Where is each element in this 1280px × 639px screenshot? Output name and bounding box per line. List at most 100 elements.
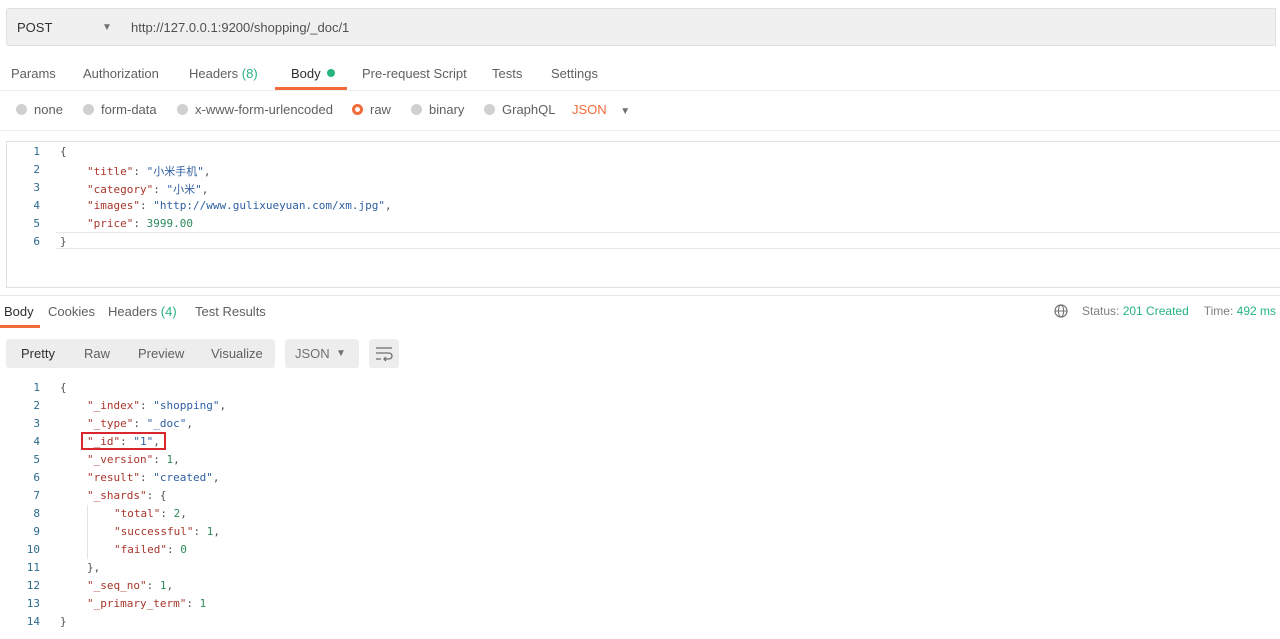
- line-number: 6: [33, 235, 40, 248]
- code-line: "_index": "shopping",: [87, 399, 227, 412]
- tab-tests[interactable]: Tests: [492, 66, 522, 81]
- body-format-label: JSON: [572, 102, 607, 117]
- line-number: 2: [33, 399, 40, 412]
- radio-icon: [411, 104, 422, 115]
- line-number: 12: [26, 579, 40, 592]
- tab-params[interactable]: Params: [11, 66, 56, 81]
- code-line: "_primary_term": 1: [87, 597, 207, 610]
- code-line: }: [60, 615, 67, 628]
- response-tab-body[interactable]: Body: [4, 304, 34, 319]
- wrap-lines-button[interactable]: [369, 339, 399, 368]
- body-type-raw-label: raw: [370, 102, 391, 117]
- response-language-label: JSON: [295, 346, 330, 361]
- line-number: 14: [26, 615, 40, 628]
- body-type-form-data-label: form-data: [101, 102, 157, 117]
- body-type-none[interactable]: none: [16, 102, 63, 117]
- code-line: "_type": "_doc",: [87, 417, 193, 430]
- format-visualize-button[interactable]: Visualize: [211, 346, 263, 361]
- body-type-form-data[interactable]: form-data: [83, 102, 157, 117]
- code-line: {: [60, 145, 67, 158]
- line-number: 9: [33, 525, 40, 538]
- line-number: 4: [33, 199, 40, 212]
- code-line: "price": 3999.00: [87, 217, 193, 230]
- code-line: "failed": 0: [114, 543, 187, 556]
- body-type-graphql-label: GraphQL: [502, 102, 556, 117]
- status-value: 201 Created: [1122, 304, 1189, 318]
- code-line: "category": "小米",: [87, 183, 209, 196]
- code-line: "title": "小米手机",: [87, 165, 211, 178]
- response-language-select[interactable]: JSON ▼: [285, 339, 359, 368]
- radio-icon: [177, 104, 188, 115]
- response-tab-cookies[interactable]: Cookies: [48, 304, 95, 319]
- method-select[interactable]: POST ▼: [6, 8, 122, 46]
- url-input[interactable]: http://127.0.0.1:9200/shopping/_doc/1: [121, 8, 1276, 46]
- divider: [0, 130, 1280, 131]
- tab-body-label: Body: [291, 66, 321, 81]
- body-type-binary-label: binary: [429, 102, 465, 117]
- line-number: 6: [33, 471, 40, 484]
- line-number: 5: [33, 217, 40, 230]
- time-value: 492 ms: [1236, 304, 1277, 318]
- line-number: 5: [33, 453, 40, 466]
- chevron-down-icon: ▼: [620, 106, 631, 117]
- format-preview-button[interactable]: Preview: [138, 346, 184, 361]
- chevron-down-icon: ▼: [336, 348, 346, 359]
- code-line: "successful": 1,: [114, 525, 220, 538]
- body-type-binary[interactable]: binary: [411, 102, 464, 117]
- code-line: },: [87, 561, 101, 574]
- code-line: "total": 2,: [114, 507, 187, 520]
- code-line: "_seq_no": 1,: [87, 579, 174, 592]
- tab-authorization[interactable]: Authorization: [83, 66, 159, 81]
- id-highlight-box: [81, 432, 166, 450]
- response-tab-headers-count: (4): [160, 304, 177, 319]
- line-number: 1: [33, 381, 40, 394]
- code-line: {: [60, 381, 67, 394]
- indent-guide: [87, 505, 88, 559]
- line-number: 1: [33, 145, 40, 158]
- line-number: 11: [26, 561, 40, 574]
- tab-headers[interactable]: Headers (8): [189, 66, 258, 81]
- status-label: Status:: [1082, 304, 1120, 318]
- divider: [0, 295, 1280, 296]
- line-number: 7: [33, 489, 40, 502]
- globe-icon[interactable]: [1054, 304, 1068, 318]
- line-number: 3: [33, 181, 40, 194]
- response-meta: Status: 201 Created Time: 492 ms: [1054, 304, 1276, 318]
- response-tab-headers-label: Headers: [108, 304, 158, 319]
- response-format-group: Pretty Raw Preview Visualize: [6, 339, 275, 368]
- time-label: Time:: [1203, 304, 1234, 318]
- line-number: 2: [33, 163, 40, 176]
- body-type-raw[interactable]: raw: [352, 102, 391, 117]
- line-number: 13: [26, 597, 40, 610]
- url-text: http://127.0.0.1:9200/shopping/_doc/1: [131, 20, 350, 35]
- line-number: 10: [26, 543, 40, 556]
- active-tab-indicator: [0, 325, 40, 328]
- body-type-none-label: none: [34, 102, 63, 117]
- radio-icon: [484, 104, 495, 115]
- body-modified-dot: [326, 69, 335, 77]
- code-line: "_version": 1,: [87, 453, 180, 466]
- code-line: "_shards": {: [87, 489, 167, 502]
- code-line: "images": "http://www.gulixueyuan.com/xm…: [87, 199, 392, 212]
- format-pretty-button[interactable]: Pretty: [21, 346, 55, 361]
- line-number: 8: [33, 507, 40, 520]
- body-format-select[interactable]: JSON ▼: [572, 102, 630, 117]
- chevron-down-icon: ▼: [102, 22, 112, 33]
- code-line: }: [60, 235, 67, 248]
- radio-selected-icon: [352, 104, 363, 115]
- tab-settings[interactable]: Settings: [551, 66, 598, 81]
- response-tab-headers[interactable]: Headers (4): [108, 304, 177, 319]
- body-type-urlencoded[interactable]: x-www-form-urlencoded: [177, 102, 333, 117]
- tab-body[interactable]: Body: [291, 66, 335, 81]
- tab-prerequest-script[interactable]: Pre-request Script: [362, 66, 467, 81]
- body-type-graphql[interactable]: GraphQL: [484, 102, 555, 117]
- radio-icon: [16, 104, 27, 115]
- method-label: POST: [17, 20, 53, 35]
- radio-icon: [83, 104, 94, 115]
- response-tab-test-results[interactable]: Test Results: [195, 304, 266, 319]
- wrap-lines-icon: [376, 347, 393, 362]
- format-raw-button[interactable]: Raw: [84, 346, 110, 361]
- line-number: 3: [33, 417, 40, 430]
- tab-headers-label: Headers: [189, 66, 239, 81]
- tab-headers-count: (8): [241, 66, 258, 81]
